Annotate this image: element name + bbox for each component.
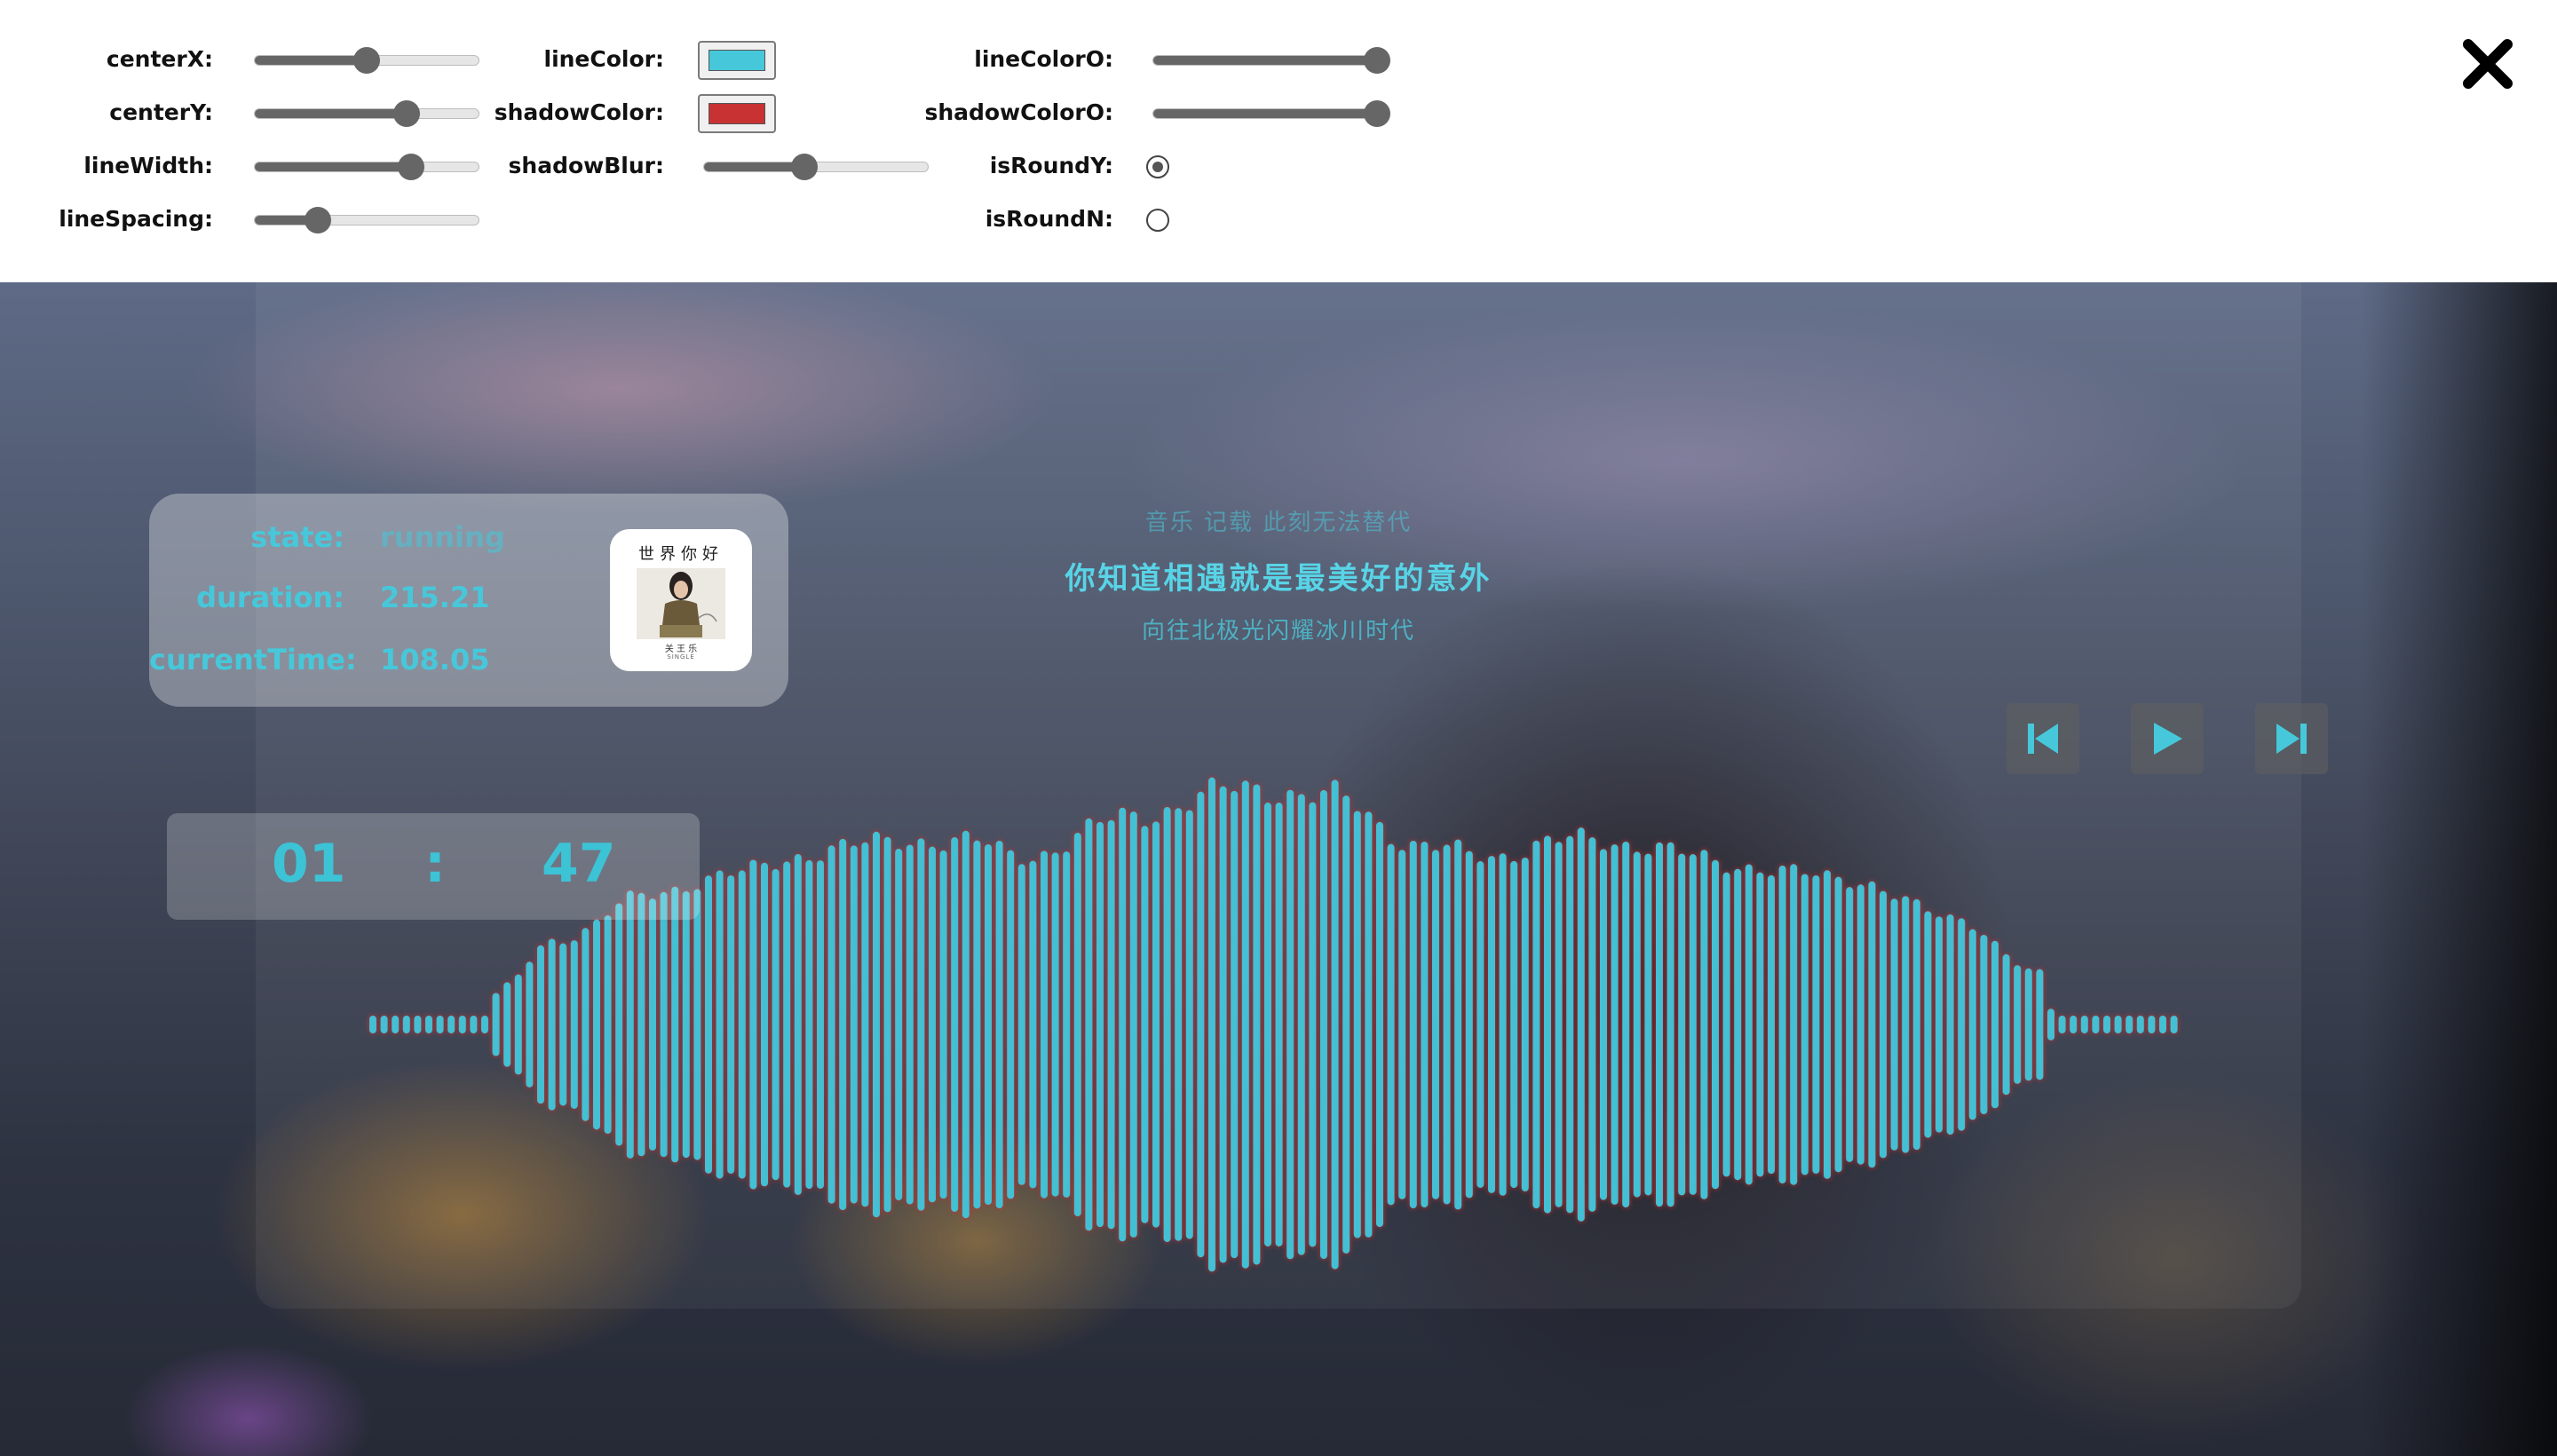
album-subtitle: SINGLE — [667, 653, 695, 661]
linecolor-label: lineColor: — [543, 46, 665, 72]
lyric-current-line: 你知道相遇就是最美好的意外 — [1065, 561, 1492, 597]
shadowblur-label: shadowBlur: — [508, 153, 664, 178]
visualizer-controls-panel: centerX: centerY: lineWidth: lineSpacing… — [0, 0, 2557, 282]
player-scene: state: running duration: 215.21 currentT… — [0, 282, 2557, 1456]
lyric-next-line: 向往北极光闪耀冰川时代 — [1141, 618, 1415, 645]
isroundn-label: isRoundN: — [985, 206, 1113, 232]
lyric-previous-line: 音乐 记载 此刻无法替代 — [1144, 510, 1413, 536]
play-icon — [2154, 723, 2182, 755]
centery-label: centerY: — [109, 99, 213, 125]
centerx-slider[interactable] — [254, 47, 479, 74]
close-button[interactable] — [2459, 36, 2516, 92]
isroundy-radio[interactable] — [1146, 155, 1169, 178]
linecoloro-slider[interactable] — [1152, 47, 1390, 74]
album-cover[interactable]: 世界你好 关 王 乐 SINGLE — [610, 529, 752, 671]
isroundn-radio[interactable] — [1146, 209, 1169, 232]
linespacing-label: lineSpacing: — [59, 206, 213, 232]
skip-next-icon — [2276, 724, 2307, 754]
current-time-value: 108.05 — [380, 643, 490, 677]
play-button[interactable] — [2131, 703, 2204, 774]
centery-slider[interactable] — [254, 100, 479, 127]
skip-previous-icon — [2028, 724, 2058, 754]
next-track-button[interactable] — [2255, 703, 2328, 774]
previous-track-button[interactable] — [2007, 703, 2079, 774]
close-x-icon — [2463, 39, 2513, 89]
state-value: running — [380, 520, 505, 554]
clock-seconds: 47 — [542, 833, 616, 895]
linewidth-label: lineWidth: — [83, 153, 213, 178]
album-artist: 关 王 乐 — [664, 645, 698, 654]
duration-label: duration: — [196, 581, 344, 614]
background-shade — [2362, 282, 2557, 1456]
shadowcoloro-slider[interactable] — [1152, 100, 1390, 127]
track-info-card: state: running duration: 215.21 currentT… — [149, 494, 788, 707]
linecolor-picker[interactable] — [698, 41, 776, 80]
shadowcolor-label: shadowColor: — [494, 99, 664, 125]
clock-separator: : — [424, 833, 446, 895]
linespacing-slider[interactable] — [254, 207, 479, 233]
current-time-label: currentTime: — [149, 643, 357, 677]
state-label: state: — [250, 520, 344, 554]
linewidth-slider[interactable] — [254, 154, 479, 180]
glass-panel — [256, 282, 2301, 1309]
isroundy-label: isRoundY: — [989, 153, 1113, 178]
centerx-label: centerX: — [106, 46, 213, 72]
time-display: 01 : 47 — [167, 813, 700, 920]
shadowcoloro-label: shadowColorO: — [924, 99, 1113, 125]
duration-value: 215.21 — [380, 581, 490, 614]
shadowcolor-picker[interactable] — [698, 94, 776, 133]
linecoloro-label: lineColorO: — [974, 46, 1113, 72]
clock-minutes: 01 — [272, 833, 346, 895]
